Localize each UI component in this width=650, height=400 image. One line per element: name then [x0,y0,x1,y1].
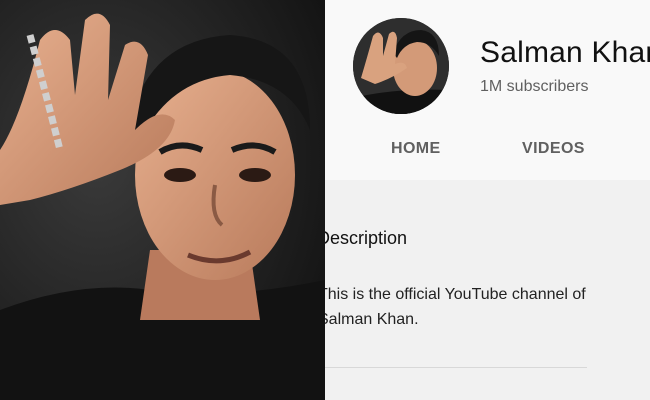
channel-photo [0,0,325,400]
channel-avatar[interactable] [353,18,449,114]
tab-home[interactable]: HOME [391,140,441,158]
channel-name: Salman Khan [480,36,650,69]
person-photo-illustration [0,0,325,400]
tab-videos[interactable]: VIDEOS [522,140,585,158]
channel-tabs: HOME VIDEOS [325,128,650,172]
divider [325,367,587,368]
description-heading: Description [325,228,408,248]
avatar-image [353,18,449,114]
channel-panel: Salman Khan 1M subscribers HOME VIDEOS D… [325,0,650,400]
channel-header: Salman Khan 1M subscribers HOME VIDEOS [325,0,650,180]
subscriber-count: 1M subscribers [480,78,589,95]
description-text: This is the official YouTube channel of … [325,286,586,328]
